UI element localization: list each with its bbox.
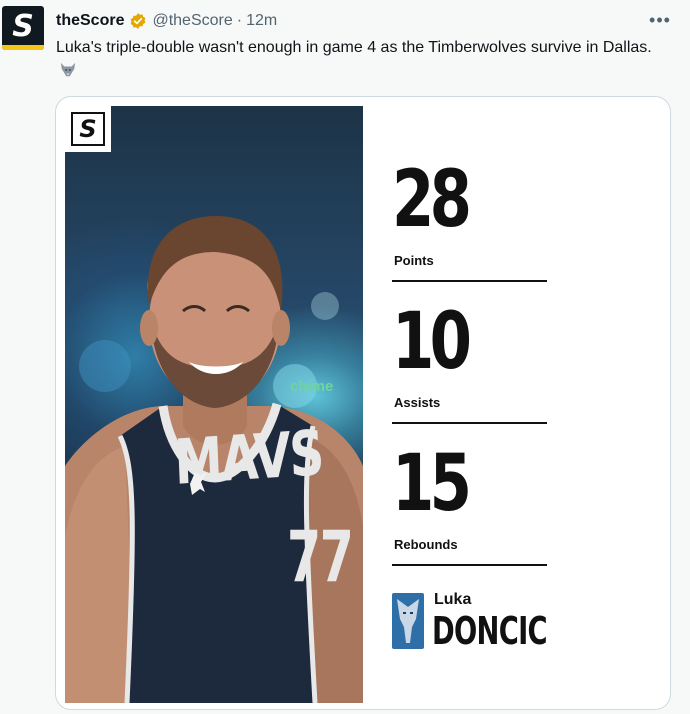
author-name[interactable]: theScore	[56, 12, 124, 30]
avatar-accent-bar	[2, 45, 44, 50]
author-avatar[interactable]: S	[2, 6, 44, 50]
stat-points: 28 Points	[384, 155, 547, 297]
wolf-icon	[60, 62, 76, 77]
player-name-block: Luka DONCIC	[392, 591, 572, 657]
author-handle[interactable]: @theScore	[152, 12, 232, 30]
stat-label: Points	[394, 253, 434, 268]
stat-assists: 10 Assists	[384, 297, 547, 439]
jersey-sponsor: chime	[290, 378, 334, 395]
stat-divider	[392, 422, 547, 424]
tweet[interactable]: S theScore @theScore · 12m ••• Luka's tr…	[0, 0, 690, 714]
jersey-number: 77	[287, 516, 354, 598]
tweet-timestamp[interactable]: 12m	[246, 12, 277, 30]
brand-logo-letter: S	[71, 112, 105, 146]
player-photo[interactable]: chime MAVS 77 S	[65, 106, 363, 703]
stats-panel: 28 Points 10 Assists 15 Rebounds	[384, 155, 547, 581]
tweet-text: Luka's triple-double wasn't enough in ga…	[56, 36, 676, 84]
stat-rebounds: 15 Rebounds	[384, 439, 547, 581]
brand-logo: S	[65, 106, 111, 152]
stat-value: 15	[392, 439, 472, 529]
avatar-letter: S	[12, 9, 34, 44]
stat-value: 10	[392, 297, 472, 387]
stat-divider	[392, 564, 547, 566]
stat-label: Rebounds	[394, 537, 458, 552]
jersey-team-text: MAVS	[173, 416, 325, 499]
player-illustration	[65, 216, 363, 703]
more-options-icon[interactable]: •••	[648, 8, 672, 32]
stat-value: 28	[392, 155, 472, 245]
tweet-body: Luka's triple-double wasn't enough in ga…	[56, 39, 652, 56]
mavericks-logo-icon	[392, 593, 424, 649]
stat-divider	[392, 280, 547, 282]
media-card[interactable]: chime MAVS 77 S 28 Points 10 Assists 15 …	[55, 96, 671, 710]
meta-separator: ·	[236, 12, 243, 29]
tweet-header: theScore @theScore · 12m	[56, 10, 277, 32]
verified-badge-icon[interactable]	[129, 12, 147, 30]
stat-label: Assists	[394, 395, 441, 410]
player-last-name: DONCIC	[432, 609, 548, 653]
player-first-name: Luka	[434, 591, 472, 608]
